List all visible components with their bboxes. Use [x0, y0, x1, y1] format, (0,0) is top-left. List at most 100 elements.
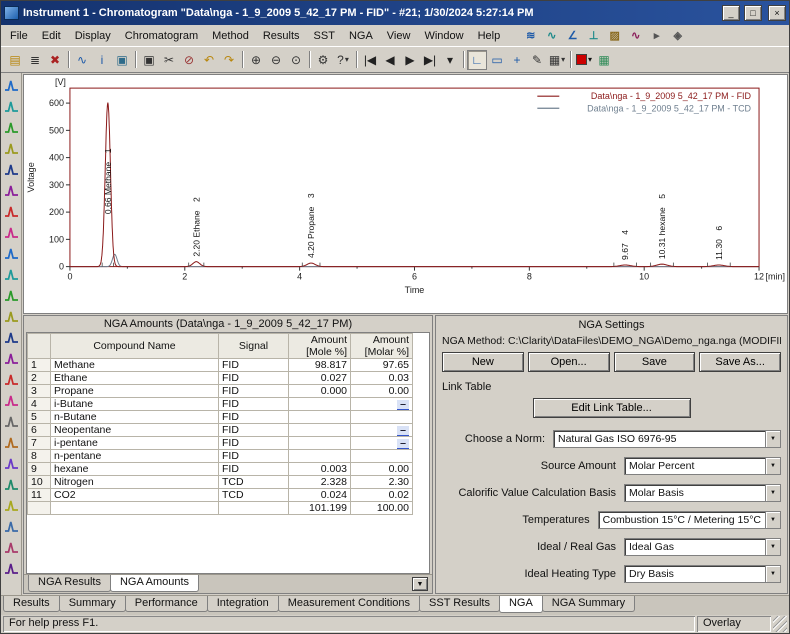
- table-cell[interactable]: 2: [28, 372, 51, 385]
- open-button[interactable]: Open...: [528, 352, 610, 372]
- table-row[interactable]: 5n-ButaneFID: [28, 411, 413, 424]
- signal-icon-1[interactable]: [2, 75, 20, 96]
- table-cell[interactable]: 6: [28, 424, 51, 437]
- signal-icon-19[interactable]: [2, 453, 20, 474]
- last-chromatogram-icon[interactable]: ▶|: [420, 50, 440, 70]
- table-row[interactable]: 6NeopentaneFID–: [28, 424, 413, 437]
- table-cell[interactable]: Methane: [51, 359, 219, 372]
- menu-sst[interactable]: SST: [307, 27, 342, 45]
- table-cell[interactable]: 0.00: [351, 463, 413, 476]
- table-cell[interactable]: 11: [28, 489, 51, 502]
- open-chromatogram-icon[interactable]: ▤: [5, 50, 25, 70]
- table-row[interactable]: 3PropaneFID0.0000.00: [28, 385, 413, 398]
- table-cell[interactable]: [289, 450, 351, 463]
- menu-view[interactable]: View: [380, 27, 418, 45]
- signal-icon-10[interactable]: [2, 264, 20, 285]
- signal-icon-12[interactable]: [2, 306, 20, 327]
- table-cell[interactable]: FID: [219, 463, 289, 476]
- close-button[interactable]: ×: [768, 5, 786, 21]
- table-cell[interactable]: FID: [219, 372, 289, 385]
- help-tooltip-icon[interactable]: ?▾: [333, 50, 353, 70]
- table-cell[interactable]: [289, 411, 351, 424]
- print-icon[interactable]: ≣: [25, 50, 45, 70]
- tab-performance[interactable]: Performance: [125, 596, 208, 612]
- table-cell[interactable]: FID: [219, 411, 289, 424]
- overlay-mode-icon[interactable]: ∿: [72, 50, 92, 70]
- result-tables-icon[interactable]: ▦: [594, 50, 614, 70]
- chevron-down-icon[interactable]: ▼: [765, 485, 780, 501]
- menu-chromatogram[interactable]: Chromatogram: [118, 27, 205, 45]
- delete-icon[interactable]: ⊘: [179, 50, 199, 70]
- ideal-real-gas-select[interactable]: Ideal Gas▼: [624, 538, 781, 556]
- table-cell[interactable]: hexane: [51, 463, 219, 476]
- col-amount-molar[interactable]: Amount [Molar %]: [351, 334, 413, 359]
- tab-nga-summary[interactable]: NGA Summary: [542, 596, 635, 612]
- table-cell[interactable]: n-pentane: [51, 450, 219, 463]
- table-cell[interactable]: FID: [219, 359, 289, 372]
- time-axis-icon[interactable]: ∠: [563, 27, 582, 45]
- table-cell[interactable]: TCD: [219, 489, 289, 502]
- menu-window[interactable]: Window: [417, 27, 470, 45]
- edit-link-table-button[interactable]: Edit Link Table...: [533, 398, 691, 418]
- redo-icon[interactable]: ↷: [219, 50, 239, 70]
- signal-icon-9[interactable]: [2, 243, 20, 264]
- col-compound-name[interactable]: Compound Name: [51, 334, 219, 359]
- table-cell[interactable]: i-pentane: [51, 437, 219, 450]
- table-cell[interactable]: 0.03: [351, 372, 413, 385]
- table-cell[interactable]: Neopentane: [51, 424, 219, 437]
- grid-icon[interactable]: ▦▾: [547, 50, 567, 70]
- tab-sst-results[interactable]: SST Results: [419, 596, 500, 612]
- table-cell[interactable]: –: [351, 437, 413, 450]
- tab-measurement-conditions[interactable]: Measurement Conditions: [278, 596, 420, 612]
- table-cell[interactable]: [289, 424, 351, 437]
- table-cell[interactable]: 1: [28, 359, 51, 372]
- tab-nga[interactable]: NGA: [499, 596, 543, 613]
- table-cell[interactable]: 4: [28, 398, 51, 411]
- table-cell[interactable]: CO2: [51, 489, 219, 502]
- zoom-in-icon[interactable]: ⊕: [246, 50, 266, 70]
- signal-icon-21[interactable]: [2, 495, 20, 516]
- resize-grip[interactable]: [773, 616, 787, 632]
- signal-icon-24[interactable]: [2, 558, 20, 579]
- signal-icon-18[interactable]: [2, 432, 20, 453]
- table-cell[interactable]: 8: [28, 450, 51, 463]
- signal-icon-5[interactable]: [2, 159, 20, 180]
- copy-icon[interactable]: ▣: [139, 50, 159, 70]
- first-chromatogram-icon[interactable]: |◀: [360, 50, 380, 70]
- table-cell[interactable]: FID: [219, 450, 289, 463]
- table-cell[interactable]: TCD: [219, 476, 289, 489]
- table-cell[interactable]: 7: [28, 437, 51, 450]
- table-cell[interactable]: 0.024: [289, 489, 351, 502]
- table-cell[interactable]: [351, 411, 413, 424]
- minimize-button[interactable]: _: [722, 5, 740, 21]
- trace-color-icon[interactable]: ▾: [574, 50, 594, 70]
- menu-file[interactable]: File: [3, 27, 35, 45]
- chromatogram-info-icon[interactable]: i: [92, 50, 112, 70]
- signal-icon-4[interactable]: [2, 138, 20, 159]
- separate-signals-icon[interactable]: ∿: [542, 27, 561, 45]
- table-row[interactable]: 1MethaneFID98.81797.65: [28, 359, 413, 372]
- new-button[interactable]: New: [442, 352, 524, 372]
- source-amount-select[interactable]: Molar Percent▼: [624, 457, 781, 475]
- table-cell[interactable]: 0.000: [289, 385, 351, 398]
- table-cell[interactable]: Propane: [51, 385, 219, 398]
- table-cell[interactable]: 5: [28, 411, 51, 424]
- tab-nga-results[interactable]: NGA Results: [28, 575, 111, 592]
- tab-integration[interactable]: Integration: [207, 596, 279, 612]
- amounts-table[interactable]: Compound Name Signal Amount [Mole %] Amo…: [27, 333, 413, 515]
- table-cell[interactable]: 3: [28, 385, 51, 398]
- zoom-out-icon[interactable]: ⊖: [266, 50, 286, 70]
- table-cell[interactable]: 9: [28, 463, 51, 476]
- cut-icon[interactable]: ✂: [159, 50, 179, 70]
- table-cell[interactable]: [289, 398, 351, 411]
- overlay-toggle-icon[interactable]: ≋: [521, 27, 540, 45]
- signal-icon-8[interactable]: [2, 222, 20, 243]
- chromatogram-list-icon[interactable]: ▾: [440, 50, 460, 70]
- table-cell[interactable]: FID: [219, 424, 289, 437]
- signal-icon-2[interactable]: [2, 96, 20, 117]
- signal-icon-20[interactable]: [2, 474, 20, 495]
- chevron-down-icon[interactable]: ▼: [765, 512, 780, 528]
- chevron-down-icon[interactable]: ▼: [765, 566, 780, 582]
- fit-to-window-icon[interactable]: ▭: [487, 50, 507, 70]
- calorific-value-calculation-basis-select[interactable]: Molar Basis▼: [624, 484, 781, 502]
